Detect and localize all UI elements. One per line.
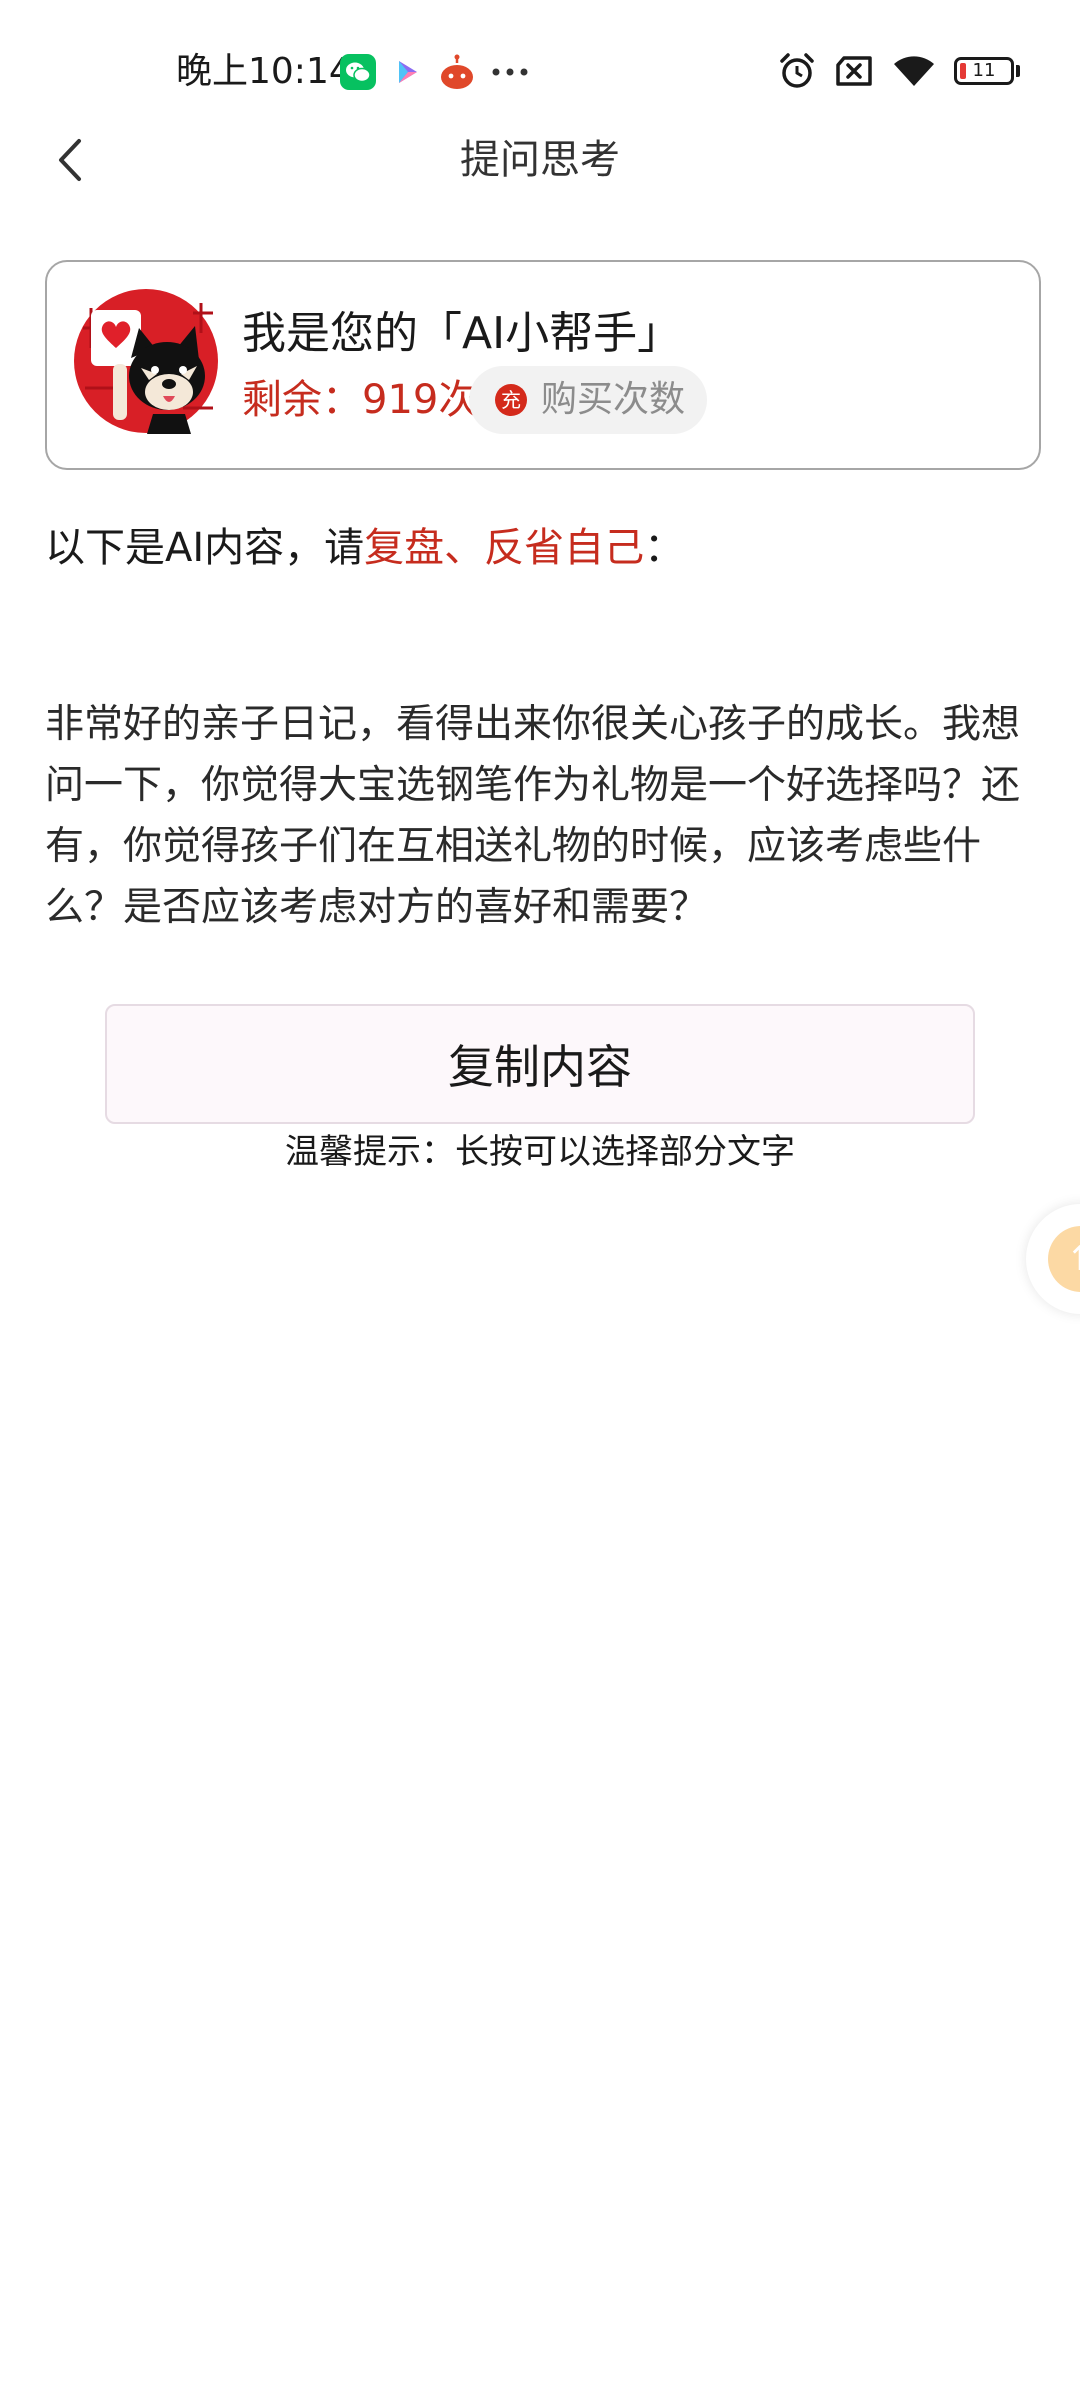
video-app-icon bbox=[390, 55, 424, 89]
recharge-icon: 充 bbox=[495, 384, 527, 416]
battery-cap bbox=[1016, 65, 1020, 77]
ai-content-text[interactable]: 非常好的亲子日记，看得出来你很关心孩子的成长。我想问一下，你觉得大宝选钢笔作为礼… bbox=[45, 694, 1035, 938]
remaining-count: 剩余：919次 bbox=[242, 377, 479, 423]
battery-icon: 11 bbox=[954, 57, 1020, 85]
robot-app-icon bbox=[438, 54, 476, 90]
copy-tip: 温馨提示：长按可以选择部分文字 bbox=[285, 1132, 795, 1172]
intro-highlight: 复盘、反省自己 bbox=[364, 525, 645, 571]
nav-bar: 提问思考 bbox=[0, 120, 1080, 200]
floating-button-icon: ↑ bbox=[1048, 1226, 1080, 1292]
wifi-icon bbox=[892, 54, 936, 88]
intro-line: 以下是AI内容，请复盘、反省自己： bbox=[45, 520, 684, 576]
buy-count-button[interactable]: 充 购买次数 bbox=[469, 366, 707, 434]
wechat-icon bbox=[340, 54, 376, 90]
page-title: 提问思考 bbox=[460, 137, 620, 183]
intro-prefix: 以下是AI内容，请 bbox=[45, 525, 365, 571]
status-right-icons: 11 bbox=[778, 52, 1020, 90]
assistant-card: 我是您的「AI小帮手」 剩余：919次 充 购买次数 bbox=[45, 260, 1041, 470]
battery-body: 11 bbox=[954, 57, 1014, 85]
alarm-icon bbox=[778, 52, 816, 90]
status-bar: 晚上10:14 11 bbox=[0, 0, 1080, 140]
status-left-icons bbox=[340, 54, 530, 90]
assistant-name: 我是您的「AI小帮手」 bbox=[242, 308, 682, 359]
assistant-avatar bbox=[73, 288, 219, 434]
copy-content-button[interactable]: 复制内容 bbox=[105, 1004, 975, 1124]
page: 晚上10:14 11 提问思考 我是您的「AI小帮手」 剩余：919次 充 购买… bbox=[0, 0, 1080, 2400]
no-sim-icon bbox=[834, 55, 874, 87]
more-dots-icon bbox=[490, 67, 530, 77]
intro-suffix: ： bbox=[644, 525, 685, 571]
floating-action-button[interactable]: ↑ bbox=[1026, 1204, 1080, 1314]
battery-level: 11 bbox=[972, 60, 996, 81]
status-time: 晚上10:14 bbox=[176, 51, 352, 92]
buy-count-label: 购买次数 bbox=[541, 379, 686, 420]
battery-fill bbox=[960, 63, 966, 79]
